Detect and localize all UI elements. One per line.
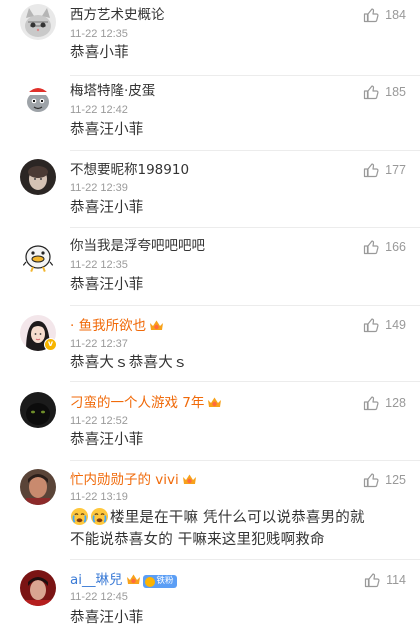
comment-text: 恭喜汪小菲 — [70, 432, 144, 448]
vip-crown-icon — [182, 474, 196, 484]
username-text: 刁蛮的一个人游戏 7年 — [70, 395, 205, 411]
timestamp: 11-22 12:42 — [70, 104, 128, 116]
thumbs-up-icon — [364, 396, 379, 411]
like-button[interactable]: 114 — [364, 571, 406, 589]
like-count: 184 — [385, 8, 406, 22]
like-count: 166 — [385, 240, 406, 254]
comment-text: 恭喜大ｓ恭喜大ｓ — [70, 355, 188, 371]
thumbs-up-icon — [364, 473, 379, 488]
timestamp: 11-22 12:45 — [70, 591, 128, 603]
crying-emoji-icon — [90, 507, 109, 526]
username-text: ai__琳兒 — [70, 572, 123, 588]
divider — [70, 381, 420, 382]
comment-text: 恭喜汪小菲 — [70, 200, 144, 216]
avatar[interactable] — [20, 237, 56, 273]
avatar[interactable] — [20, 392, 56, 428]
like-count: 114 — [386, 573, 406, 587]
verified-badge-icon: v — [44, 338, 57, 351]
username-text: 忙内勋勋子的 vivi — [70, 472, 179, 488]
username-text: · 鱼我所欲也 — [70, 318, 147, 334]
username[interactable]: 不想要昵称198910 — [70, 161, 189, 179]
comment-item: 不想要昵称198910 11-22 12:39 恭喜汪小菲 177 — [0, 152, 420, 228]
comment-item: 忙内勋勋子的 vivi 11-22 13:19 楼里是在干嘛 凭什么可以说恭喜男… — [0, 460, 420, 560]
comment-text: 恭喜汪小菲 — [70, 610, 144, 626]
like-count: 125 — [385, 473, 406, 487]
timestamp: 11-22 12:39 — [70, 182, 128, 194]
username[interactable]: ai__琳兒 铁粉 — [70, 571, 177, 589]
comment-text-line1: 楼里是在干嘛 凭什么可以说恭喜男的就 — [70, 507, 410, 529]
timestamp: 11-22 12:52 — [70, 415, 128, 427]
username[interactable]: 刁蛮的一个人游戏 7年 — [70, 394, 222, 412]
like-count: 128 — [385, 396, 406, 410]
timestamp: 11-22 13:19 — [70, 491, 128, 503]
like-button[interactable]: 177 — [363, 161, 406, 179]
red-avatar-icon — [20, 570, 56, 606]
thumbs-up-icon — [364, 163, 379, 178]
thumbs-up-icon — [364, 573, 380, 588]
vip-crown-icon — [208, 397, 222, 407]
like-button[interactable]: 166 — [363, 238, 406, 256]
comment-text-line2: 不能说恭喜女的 干嘛来这里犯贱啊救命 — [70, 532, 325, 548]
like-button[interactable]: 125 — [363, 471, 406, 489]
avatar[interactable] — [20, 570, 56, 606]
comment-item: 梅塔特隆·皮蛋 11-22 12:42 恭喜汪小菲 185 — [0, 76, 420, 152]
crying-emoji-icon — [70, 507, 89, 526]
comment-text-span: 楼里是在干嘛 凭什么可以说恭喜男的就 — [110, 510, 365, 526]
fan-badge: 铁粉 — [142, 575, 177, 588]
username[interactable]: 西方艺术史概论 — [70, 6, 165, 24]
like-button[interactable]: 128 — [363, 394, 406, 412]
avatar[interactable] — [20, 159, 56, 195]
black-cat-icon — [20, 392, 56, 428]
thumbs-up-icon — [364, 8, 379, 23]
thumbs-up-icon — [364, 318, 379, 333]
comment-text: 恭喜汪小菲 — [70, 277, 144, 293]
username[interactable]: 你当我是浮夸吧吧吧吧 — [70, 237, 205, 255]
like-count: 185 — [385, 85, 406, 99]
avatar[interactable] — [20, 4, 56, 40]
avatar[interactable] — [20, 80, 56, 116]
thumbs-up-icon — [364, 85, 379, 100]
comment-text: 楼里是在干嘛 凭什么可以说恭喜男的就 不能说恭喜女的 干嘛来这里犯贱啊救命 — [70, 507, 410, 551]
comment-item: 刁蛮的一个人游戏 7年 11-22 12:52 恭喜汪小菲 128 — [0, 384, 420, 461]
like-button[interactable]: 149 — [363, 316, 406, 334]
comment-item: 你当我是浮夸吧吧吧吧 11-22 12:35 恭喜汪小菲 166 — [0, 228, 420, 306]
timestamp: 11-22 12:37 — [70, 338, 128, 350]
avatar[interactable] — [20, 469, 56, 505]
vip-crown-icon — [126, 574, 140, 584]
like-button[interactable]: 185 — [363, 83, 406, 101]
photo-avatar-icon — [20, 159, 56, 195]
username[interactable]: 忙内勋勋子的 vivi — [70, 471, 197, 489]
vip-crown-icon — [150, 320, 164, 330]
comment-item: v · 鱼我所欲也 11-22 12:37 恭喜大ｓ恭喜大ｓ 149 — [0, 306, 420, 384]
like-button[interactable]: 184 — [363, 6, 406, 24]
comment-list: 西方艺术史概论 11-22 12:35 恭喜小菲 184 梅塔特隆·皮蛋 11-… — [0, 0, 420, 636]
cartoon-dog-icon — [20, 80, 56, 116]
cat-icon — [20, 4, 56, 40]
person-avatar-icon — [20, 469, 56, 505]
comment-item: 西方艺术史概论 11-22 12:35 恭喜小菲 184 — [0, 0, 420, 76]
username[interactable]: 梅塔特隆·皮蛋 — [70, 82, 155, 100]
timestamp: 11-22 12:35 — [70, 28, 128, 40]
comment-text: 恭喜汪小菲 — [70, 122, 144, 138]
comment-text: 恭喜小菲 — [70, 45, 129, 61]
like-count: 149 — [385, 318, 406, 332]
timestamp: 11-22 12:35 — [70, 259, 128, 271]
duck-icon — [20, 237, 56, 273]
divider — [70, 150, 420, 151]
thumbs-up-icon — [364, 240, 379, 255]
comment-item: ai__琳兒 铁粉 11-22 12:45 恭喜汪小菲 114 — [0, 560, 420, 636]
username[interactable]: · 鱼我所欲也 — [70, 317, 164, 335]
like-count: 177 — [385, 163, 406, 177]
